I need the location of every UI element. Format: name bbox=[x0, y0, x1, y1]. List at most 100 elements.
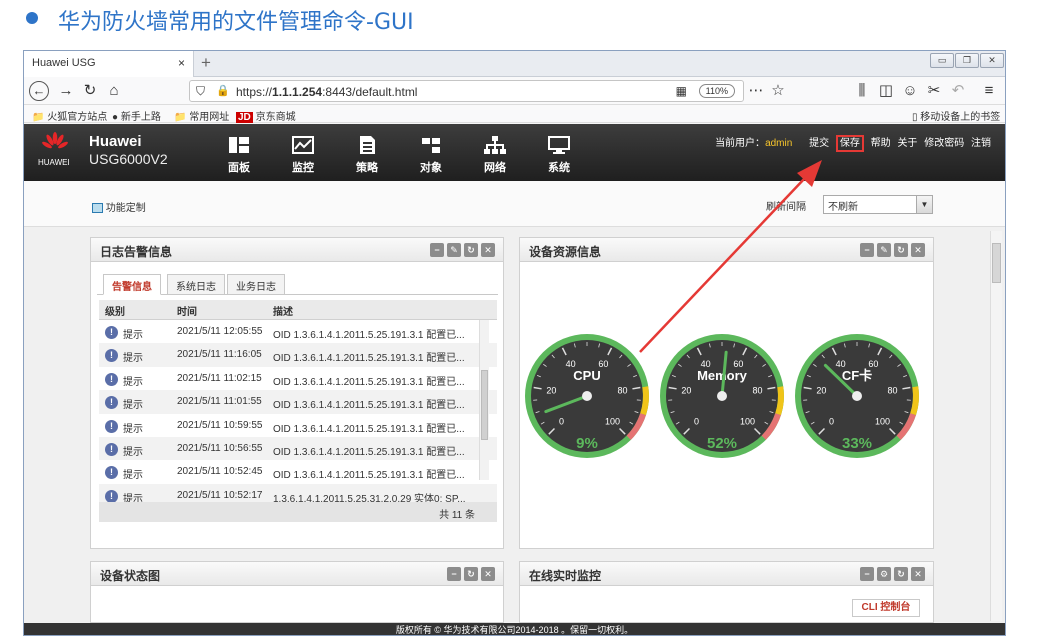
restore-icon[interactable]: ❐ bbox=[955, 53, 979, 68]
row-desc: OID 1.3.6.1.4.1.2011.5.25.191.3.1 配置已... bbox=[273, 376, 465, 388]
tab-system-log[interactable]: 系统日志 bbox=[167, 274, 225, 295]
table-row[interactable]: ! 提示 2021/5/11 10:56:55 OID 1.3.6.1.4.1.201… bbox=[99, 436, 497, 461]
library-icon[interactable]: ⫼ bbox=[852, 81, 872, 101]
close-panel-icon[interactable]: ✕ bbox=[481, 567, 495, 581]
network-icon bbox=[484, 136, 506, 154]
table-row[interactable]: ! 提示 2021/5/11 10:52:45 OID 1.3.6.1.4.1.201… bbox=[99, 460, 497, 483]
back-icon[interactable]: ← bbox=[29, 81, 49, 101]
gauge-hub bbox=[717, 391, 727, 401]
row-desc: OID 1.3.6.1.4.1.2011.5.25.191.3.1 配置已... bbox=[273, 470, 465, 482]
reload-icon[interactable]: ↻ bbox=[80, 81, 100, 101]
account-icon[interactable]: ☺ bbox=[900, 81, 920, 101]
row-level: 提示 bbox=[123, 330, 143, 341]
system-icon bbox=[548, 136, 570, 154]
info-icon: ! bbox=[105, 466, 118, 480]
menu-icon[interactable]: ≡ bbox=[979, 81, 999, 101]
logout-link[interactable]: 注销 bbox=[971, 138, 991, 149]
scroll-thumb[interactable] bbox=[481, 370, 488, 440]
bookmark-item[interactable]: JD 京东商城 bbox=[236, 108, 296, 123]
nav-label: 监控 bbox=[292, 162, 314, 174]
edit-panel-icon[interactable]: ✎ bbox=[447, 243, 461, 257]
row-time: 2021/5/11 11:02:15 bbox=[177, 372, 262, 384]
tab-business-log[interactable]: 业务日志 bbox=[227, 274, 285, 295]
new-tab-icon[interactable]: + bbox=[201, 53, 211, 73]
device-status-panel: 设备状态图 − ↻ ✕ bbox=[90, 561, 504, 623]
gauge-tick-label: 100 bbox=[605, 416, 620, 426]
nav-policy[interactable]: 策略 bbox=[342, 136, 392, 175]
row-time: 2021/5/11 10:59:55 bbox=[177, 419, 263, 431]
shield-icon: ⛉ bbox=[196, 84, 206, 98]
mobile-bookmarks[interactable]: ▯ 移动设备上的书签 bbox=[912, 108, 1000, 123]
settings-panel-icon[interactable]: ⚙ bbox=[877, 567, 891, 581]
close-panel-icon[interactable]: ✕ bbox=[481, 243, 495, 257]
undo-icon[interactable]: ↶ bbox=[948, 81, 968, 101]
table-row[interactable]: ! 提示 2021/5/11 11:02:15 OID 1.3.6.1.4.1.201… bbox=[99, 367, 497, 390]
close-panel-icon[interactable]: ✕ bbox=[911, 567, 925, 581]
table-row[interactable]: ! 提示 2021/5/11 11:16:05 OID 1.3.6.1.4.1.201… bbox=[99, 343, 497, 367]
nav-panel[interactable]: 面板 bbox=[214, 136, 264, 175]
refresh-panel-icon[interactable]: ↻ bbox=[464, 567, 478, 581]
change-password-link[interactable]: 修改密码 bbox=[924, 138, 964, 149]
home-icon[interactable]: ⌂ bbox=[104, 81, 124, 101]
submit-link[interactable]: 提交 bbox=[809, 138, 829, 149]
current-user: admin bbox=[765, 138, 793, 149]
func-custom-button[interactable]: 功能定制 bbox=[92, 199, 146, 214]
row-level: 提示 bbox=[123, 470, 143, 482]
col-level: 级别 bbox=[105, 307, 125, 318]
tab-alarm[interactable]: 告警信息 bbox=[103, 274, 161, 295]
forward-icon[interactable]: → bbox=[56, 81, 76, 101]
refresh-interval-select[interactable]: 不刷新 ▼ bbox=[823, 195, 933, 214]
bookmark-star-icon[interactable]: ☆ bbox=[768, 81, 788, 101]
gauge-0: 02040 6080100CPU9% bbox=[525, 334, 649, 458]
refresh-panel-icon[interactable]: ↻ bbox=[894, 243, 908, 257]
minimize-panel-icon[interactable]: − bbox=[860, 567, 874, 581]
minimize-panel-icon[interactable]: − bbox=[860, 243, 874, 257]
bookmark-item[interactable]: ● 新手上路 bbox=[112, 108, 161, 123]
help-link[interactable]: 帮助 bbox=[871, 138, 891, 149]
bookmark-item[interactable]: 📁 常用网址 bbox=[174, 108, 229, 123]
refresh-panel-icon[interactable]: ↻ bbox=[464, 243, 478, 257]
row-desc: OID 1.3.6.1.4.1.2011.5.25.191.3.1 配置已... bbox=[273, 400, 465, 412]
bookmark-item[interactable]: 📁 火狐官方站点 bbox=[32, 108, 107, 123]
object-icon bbox=[422, 138, 440, 153]
minimize-icon[interactable]: ▭ bbox=[930, 53, 954, 68]
page-scrollbar[interactable] bbox=[990, 231, 1002, 621]
log-scrollbar[interactable] bbox=[479, 320, 489, 480]
url-host: 1.1.1.254 bbox=[272, 85, 323, 99]
table-row[interactable]: ! 提示 2021/5/11 10:59:55 OID 1.3.6.1.4.1.201… bbox=[99, 414, 497, 437]
qr-icon[interactable]: ▦ bbox=[676, 84, 687, 98]
row-level: 提示 bbox=[123, 376, 143, 388]
zoom-badge[interactable]: 110% bbox=[698, 84, 735, 98]
nav-monitor[interactable]: 监控 bbox=[278, 136, 328, 175]
table-row[interactable]: ! 提示 2021/5/11 12:05:55 OID 1.3.6.1.4.1.201… bbox=[99, 320, 497, 343]
minimize-panel-icon[interactable]: − bbox=[430, 243, 444, 257]
refresh-panel-icon[interactable]: ↻ bbox=[894, 567, 908, 581]
info-icon: ! bbox=[105, 489, 118, 503]
close-panel-icon[interactable]: ✕ bbox=[911, 243, 925, 257]
edit-panel-icon[interactable]: ✎ bbox=[877, 243, 891, 257]
gauge-tick-label: 20 bbox=[681, 385, 691, 395]
minimize-panel-icon[interactable]: − bbox=[447, 567, 461, 581]
save-link[interactable]: 保存 bbox=[835, 135, 864, 152]
tab-close-icon[interactable]: × bbox=[178, 56, 185, 70]
close-window-icon[interactable]: ✕ bbox=[980, 53, 1004, 68]
huawei-logo-icon bbox=[42, 132, 68, 149]
nav-object[interactable]: 对象 bbox=[406, 136, 456, 175]
about-link[interactable]: 关于 bbox=[897, 138, 917, 149]
cli-console-button[interactable]: CLI 控制台 bbox=[852, 599, 920, 617]
sidebar-icon[interactable]: ◫ bbox=[876, 81, 896, 101]
page-scroll-thumb[interactable] bbox=[992, 243, 1001, 283]
more-icon[interactable]: ⋯ bbox=[746, 81, 766, 101]
panel-icon bbox=[229, 137, 249, 153]
nav-system[interactable]: 系统 bbox=[534, 136, 584, 175]
table-row[interactable]: ! 提示 2021/5/11 11:01:55 OID 1.3.6.1.4.1.201… bbox=[99, 390, 497, 414]
log-tabs: 告警信息 系统日志 业务日志 bbox=[97, 274, 498, 295]
lock-warning-icon: 🔒 bbox=[216, 85, 230, 97]
nav-network[interactable]: 网络 bbox=[470, 136, 520, 175]
browser-tab[interactable]: Huawei USG × bbox=[24, 51, 194, 77]
current-user-label: 当前用户： bbox=[715, 138, 766, 149]
extension-icon[interactable]: ✂ bbox=[924, 81, 944, 101]
row-desc: OID 1.3.6.1.4.1.2011.5.25.191.3.1 配置已... bbox=[273, 423, 465, 435]
url-bar[interactable]: ⛉ 🔒 https://1.1.1.254:8443/default.html … bbox=[189, 80, 744, 102]
panel-header: 日志告警信息 − ✎ ↻ ✕ bbox=[91, 238, 503, 262]
